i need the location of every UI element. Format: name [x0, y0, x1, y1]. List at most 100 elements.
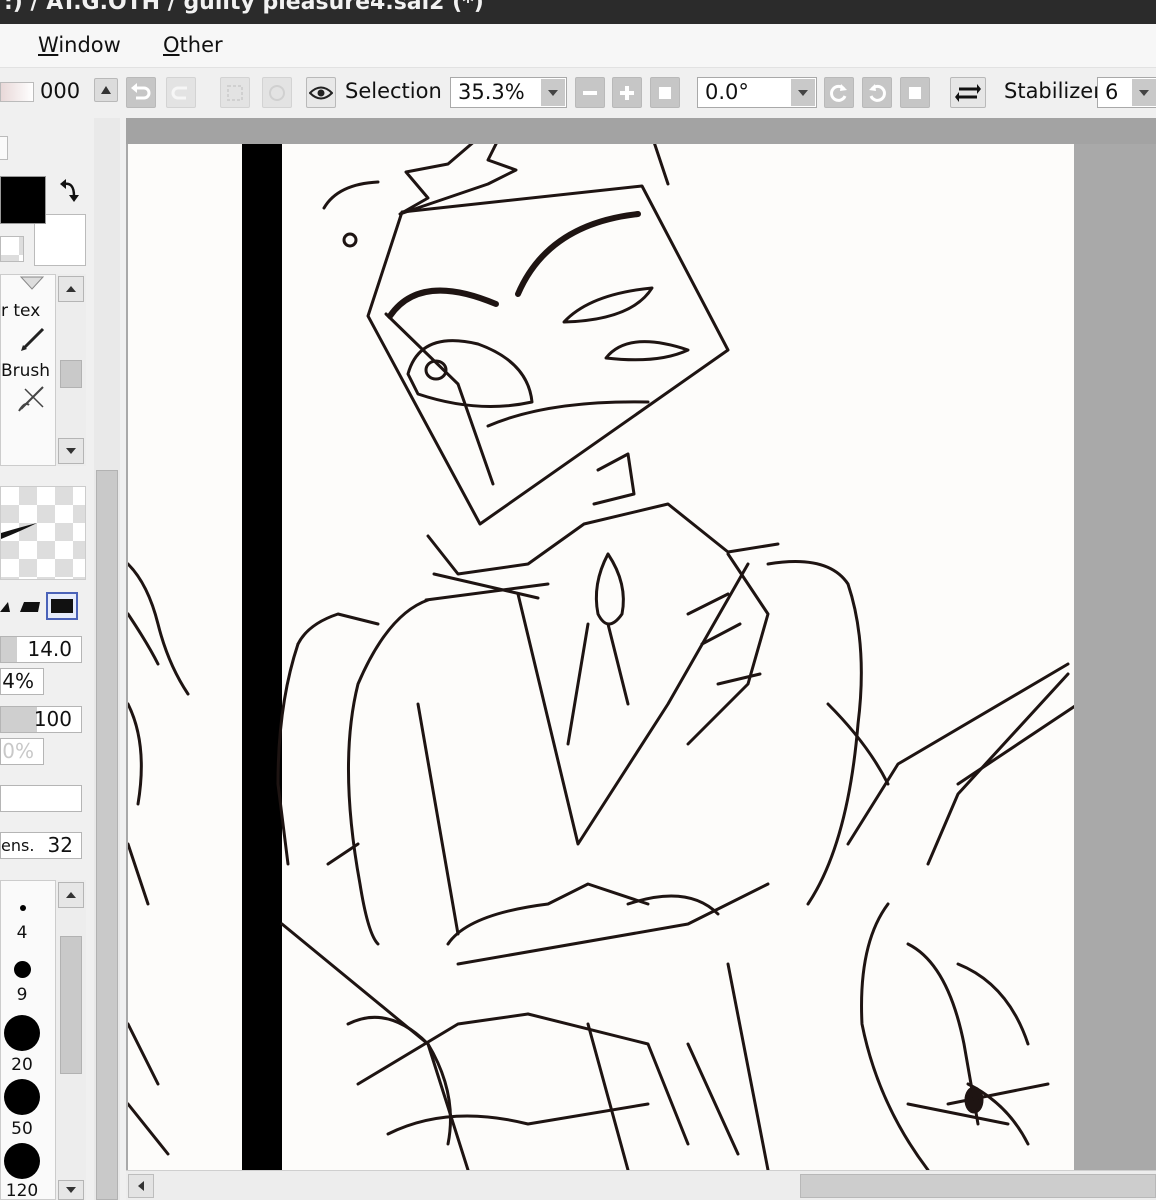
brush-size-label: 50	[11, 1119, 33, 1139]
brush-size-scrollbar[interactable]	[56, 880, 86, 1200]
brush-dot-icon	[20, 905, 26, 911]
brush-shape-square[interactable]	[46, 592, 78, 620]
square-icon	[909, 86, 921, 99]
stabilizer-label: Stabilizer	[1004, 79, 1102, 103]
color-value-slider[interactable]	[0, 82, 34, 102]
rotate-left-icon	[830, 83, 847, 102]
deselect-button[interactable]	[220, 77, 250, 108]
redo-icon	[171, 86, 187, 99]
canvas-horizontal-scroll-thumb[interactable]	[800, 1174, 1156, 1198]
zoom-reset-button[interactable]	[650, 77, 680, 108]
rotation-reset-button[interactable]	[900, 77, 930, 108]
tool-item-texture-brush[interactable]: r tex	[1, 297, 57, 353]
brush-size-label: 120	[5, 1181, 39, 1200]
selection-square-icon	[227, 84, 243, 101]
brush-stroke-preview-icon	[1, 523, 37, 539]
stabilizer-dropdown-button[interactable]	[1132, 79, 1156, 106]
eraser-tip-icon	[19, 276, 45, 290]
redo-button[interactable]	[166, 77, 196, 108]
minus-icon	[583, 90, 597, 95]
brush-size-item[interactable]: 20	[1, 1011, 45, 1077]
tool-list: r tex Brush	[0, 274, 56, 466]
density-field[interactable]: 100	[0, 706, 82, 733]
tool-list-scrollbar[interactable]	[56, 274, 86, 466]
title-bar: :) / AT.G.OTH / guilty pleasure4.sai2 (*…	[0, 0, 1156, 24]
square-icon	[659, 86, 671, 99]
chevron-down-icon	[1139, 89, 1149, 96]
invert-selection-icon	[269, 84, 285, 101]
transparent-color-button[interactable]	[0, 236, 24, 262]
stabilizer-combo[interactable]: 6	[1097, 77, 1156, 108]
selection-label: Selection	[345, 79, 442, 103]
brush-shape-flat[interactable]	[16, 594, 42, 616]
brush-size-item[interactable]: 120	[1, 1137, 45, 1200]
show-selection-toggle[interactable]	[306, 77, 336, 108]
brush-dot-icon	[4, 1143, 40, 1179]
min-density-field[interactable]: 0%	[0, 738, 44, 765]
brush-size-list: 4 9 20 50 120	[0, 880, 56, 1200]
menu-window[interactable]: Window	[38, 33, 121, 57]
pencil-icon	[21, 327, 45, 351]
rotate-right-icon	[869, 83, 886, 102]
paint-tool-sai-window: :) / AT.G.OTH / guilty pleasure4.sai2 (*…	[0, 0, 1156, 1200]
zoom-in-button[interactable]	[612, 77, 642, 108]
brush-shape-round[interactable]	[0, 594, 14, 616]
scroll-left-button[interactable]	[128, 1174, 154, 1198]
undo-icon	[131, 82, 151, 99]
texture-field[interactable]	[0, 785, 82, 812]
sketch-drawing	[128, 144, 1074, 1170]
brush-size-scroll-down[interactable]	[58, 1180, 84, 1200]
panel-tab-edge	[0, 136, 8, 160]
tool-panel: r tex Brush 14.0 4% 100 0% ens. 32 4 9 2…	[0, 118, 122, 1200]
tool-list-scroll-thumb[interactable]	[60, 360, 82, 388]
rotation-dropdown-button[interactable]	[791, 79, 815, 106]
zoom-combo[interactable]: 35.3%	[450, 77, 567, 108]
primary-color-swatch[interactable]	[0, 176, 46, 224]
menu-bar: Window Other	[0, 24, 1156, 68]
canvas-horizontal-scrollbar[interactable]	[126, 1170, 1156, 1200]
brush-size-item[interactable]: 9	[1, 953, 45, 1013]
blending-field[interactable]: ens. 32	[0, 832, 82, 859]
triangle-down-icon	[66, 448, 76, 454]
canvas-top-margin	[126, 118, 1156, 144]
tool-list-scroll-down[interactable]	[58, 438, 84, 464]
tool-item-brush[interactable]: Brush	[1, 357, 57, 413]
swap-colors-button[interactable]	[56, 176, 84, 206]
tool-icon-partial	[19, 275, 45, 291]
brush-size-field[interactable]: 14.0	[0, 636, 82, 663]
menu-other[interactable]: Other	[163, 33, 223, 57]
tool-list-scroll-up[interactable]	[58, 276, 84, 302]
panel-scrollbar-thumb[interactable]	[96, 470, 118, 1200]
drawing-paper[interactable]	[128, 144, 1074, 1170]
scroll-up-button[interactable]	[94, 78, 118, 102]
brush-size-item[interactable]: 50	[1, 1073, 45, 1139]
chevron-down-icon	[798, 89, 808, 96]
min-density-value: 0%	[2, 739, 34, 763]
brush-size-scroll-up[interactable]	[58, 882, 84, 908]
invert-selection-button[interactable]	[262, 77, 292, 108]
triangle-down-icon	[66, 1187, 76, 1193]
color-value-label: 000	[40, 79, 81, 103]
zoom-dropdown-button[interactable]	[541, 79, 565, 106]
undo-button[interactable]	[126, 77, 156, 108]
chevron-down-icon	[548, 89, 558, 96]
brush-size-scroll-thumb[interactable]	[60, 936, 82, 1074]
brush-dot-icon	[14, 961, 31, 978]
brush-dot-icon	[4, 1079, 40, 1115]
rotate-right-button[interactable]	[862, 77, 892, 108]
min-size-field[interactable]: 4%	[0, 668, 44, 695]
rotate-left-button[interactable]	[824, 77, 854, 108]
panel-scrollbar[interactable]	[94, 118, 120, 1200]
brush-size-item[interactable]: 4	[1, 895, 45, 951]
rotation-value: 0.0°	[705, 80, 749, 104]
swap-arrows-icon	[60, 179, 79, 202]
brush-icon	[18, 386, 44, 412]
zoom-out-button[interactable]	[575, 77, 605, 108]
toolbar: 000 Selection 35.3% 0.0° Stabilizer 6	[0, 68, 1156, 118]
triangle-up-icon	[101, 86, 111, 94]
blending-label: ens.	[1, 836, 35, 855]
canvas-viewport[interactable]	[126, 118, 1156, 1170]
brush-shape-icon	[0, 602, 10, 612]
flip-horizontal-button[interactable]	[950, 77, 986, 108]
rotation-combo[interactable]: 0.0°	[697, 77, 817, 108]
